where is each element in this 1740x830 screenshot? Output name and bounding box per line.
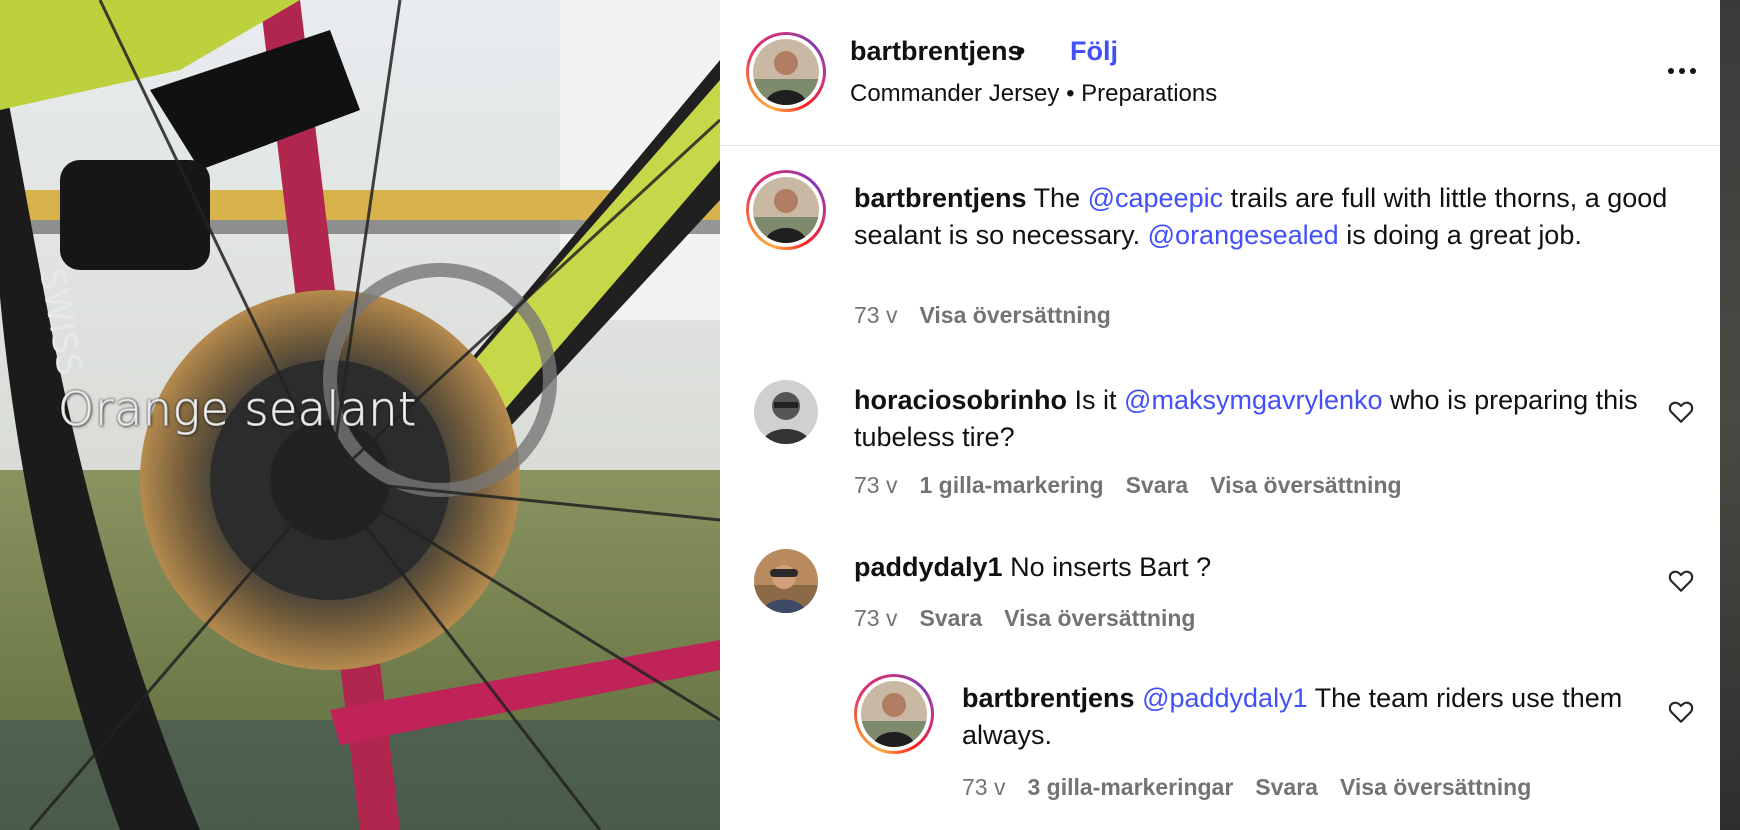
post-viewer: SWISS Orange sealant bartbrentjens • Föl… (0, 0, 1740, 830)
comment-item: paddydaly1 No inserts Bart ? 73 v Svara Vi… (720, 547, 1720, 647)
comment-meta: 73 v Svara Visa översättning (854, 605, 1217, 632)
avatar-image (861, 681, 927, 747)
heart-icon[interactable] (1668, 700, 1694, 724)
follow-button[interactable]: Följ (1070, 36, 1118, 67)
post-media[interactable]: SWISS Orange sealant (0, 0, 720, 830)
comment-text: paddydaly1 No inserts Bart ? (854, 549, 1644, 586)
post-header: bartbrentjens • Följ Commander Jersey • … (720, 0, 1720, 146)
translate-link[interactable]: Visa översättning (1004, 605, 1195, 632)
heart-icon[interactable] (1668, 400, 1694, 424)
reply-button[interactable]: Svara (919, 605, 982, 632)
translate-link[interactable]: Visa översättning (1340, 774, 1531, 801)
more-options-icon[interactable] (1660, 56, 1704, 86)
author-avatar[interactable] (746, 32, 826, 112)
comment-username[interactable]: bartbrentjens (854, 183, 1027, 213)
media-caption-overlay: Orange sealant (58, 382, 417, 437)
likes-count[interactable]: 3 gilla-markeringar (1027, 774, 1233, 801)
caption-meta: 73 v Visa översättning (854, 302, 1133, 329)
text-fragment: The (1033, 183, 1088, 213)
caption-avatar[interactable] (746, 170, 826, 250)
mention-link[interactable]: @capeepic (1088, 183, 1224, 213)
translate-link[interactable]: Visa översättning (919, 302, 1110, 329)
post-subtitle[interactable]: Commander Jersey • Preparations (850, 80, 1217, 108)
likes-count[interactable]: 1 gilla-markering (919, 472, 1103, 499)
caption-text: bartbrentjens The @capeepic trails are f… (854, 180, 1674, 254)
avatar-image (753, 177, 819, 243)
commenter-avatar[interactable] (754, 549, 818, 613)
comment-meta: 73 v 1 gilla-markering Svara Visa översättn… (854, 472, 1424, 499)
caption-comment: bartbrentjens The @capeepic trails are f… (720, 170, 1720, 340)
translate-link[interactable]: Visa översättning (1210, 472, 1401, 499)
mention-link[interactable]: @maksymgavrylenko (1124, 385, 1382, 415)
mention-link[interactable]: @paddydaly1 (1142, 683, 1308, 713)
reply-button[interactable]: Svara (1255, 774, 1318, 801)
comment-item: horaciosobrinho Is it @maksymgavrylenko … (720, 378, 1720, 508)
reply-button[interactable]: Svara (1126, 472, 1189, 499)
reply-avatar[interactable] (854, 674, 934, 754)
reply-item: bartbrentjens @paddydaly1 The team rider… (720, 672, 1720, 802)
mention-link[interactable]: @orangesealed (1148, 220, 1339, 250)
timestamp[interactable]: 73 v (854, 605, 897, 632)
text-fragment: No inserts Bart ? (1010, 552, 1212, 582)
comment-text: bartbrentjens @paddydaly1 The team rider… (962, 680, 1642, 754)
backdrop (1720, 0, 1740, 830)
comments-panel: bartbrentjens • Följ Commander Jersey • … (720, 0, 1720, 830)
comment-username[interactable]: paddydaly1 (854, 552, 1003, 582)
heart-icon[interactable] (1668, 569, 1694, 593)
text-fragment: is doing a great job. (1338, 220, 1582, 250)
timestamp[interactable]: 73 v (962, 774, 1005, 801)
separator-dot: • (1016, 36, 1026, 66)
commenter-avatar[interactable] (754, 380, 818, 444)
comment-text: horaciosobrinho Is it @maksymgavrylenko … (854, 382, 1644, 456)
avatar-image (753, 39, 819, 105)
comment-username[interactable]: bartbrentjens (962, 683, 1135, 713)
comment-username[interactable]: horaciosobrinho (854, 385, 1067, 415)
timestamp[interactable]: 73 v (854, 472, 897, 499)
comment-meta: 73 v 3 gilla-markeringar Svara Visa översät… (962, 774, 1553, 801)
timestamp[interactable]: 73 v (854, 302, 897, 329)
author-username[interactable]: bartbrentjens (850, 36, 1023, 67)
text-fragment: Is it (1074, 385, 1125, 415)
